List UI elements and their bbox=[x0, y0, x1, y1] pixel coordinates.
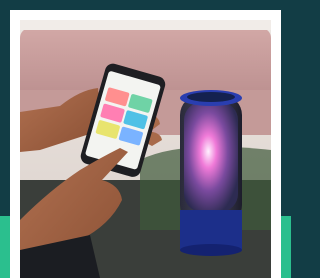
product-photo bbox=[20, 20, 271, 278]
photo-frame bbox=[10, 10, 281, 278]
speaker bbox=[180, 90, 242, 256]
wall bbox=[20, 20, 271, 30]
photo-scene bbox=[20, 20, 271, 278]
